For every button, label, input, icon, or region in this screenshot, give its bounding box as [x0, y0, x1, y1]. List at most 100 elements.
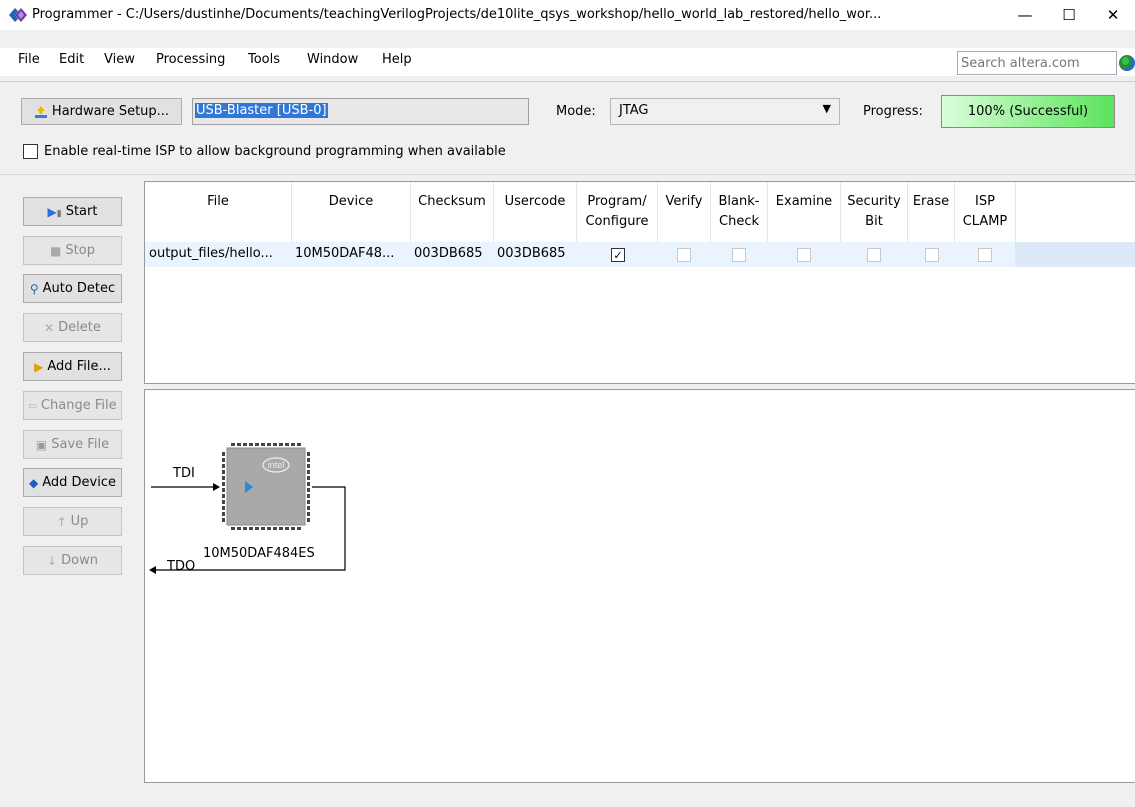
up-button[interactable]: ↑ Up	[23, 507, 122, 536]
tdi-label: TDI	[172, 466, 195, 481]
security-bit-checkbox[interactable]	[867, 248, 881, 262]
section-divider	[0, 174, 1135, 175]
column-divider[interactable]	[840, 182, 841, 242]
header-text: Erase	[912, 194, 950, 209]
column-header-security-bit[interactable]: Security Bit	[841, 192, 907, 232]
auto-detect-button[interactable]: ⚲ Auto Detec	[23, 274, 122, 303]
auto-detect-label: Auto Detec	[42, 281, 116, 296]
menu-processing[interactable]: Processing	[156, 52, 225, 67]
hardware-setup-button[interactable]: Hardware Setup...	[21, 98, 182, 125]
add-file-icon: ▶	[34, 359, 44, 374]
column-divider[interactable]	[954, 182, 955, 242]
header-text: Program/	[587, 194, 647, 209]
window-title: Programmer - C:/Users/dustinhe/Documents…	[32, 7, 882, 22]
column-header-program-configure[interactable]: Program/ Configure	[577, 192, 657, 232]
header-text: Verify	[665, 194, 703, 209]
program-configure-checkbox[interactable]: ✓	[611, 248, 625, 262]
column-header-examine[interactable]: Examine	[768, 192, 840, 212]
header-text: CLAMP	[962, 214, 1008, 229]
column-header-verify[interactable]: Verify	[658, 192, 710, 212]
up-label: Up	[70, 514, 89, 529]
column-header-usercode[interactable]: Usercode	[494, 192, 576, 212]
menu-edit[interactable]: Edit	[59, 52, 84, 67]
search-input[interactable]	[957, 51, 1117, 75]
stop-label: Stop	[65, 243, 95, 258]
delete-label: Delete	[58, 320, 101, 335]
stop-button[interactable]: ■ Stop	[23, 236, 122, 265]
menu-tools[interactable]: Tools	[248, 52, 280, 67]
header-text: Configure	[585, 214, 649, 229]
down-button[interactable]: ↓ Down	[23, 546, 122, 575]
isp-checkbox[interactable]	[23, 144, 38, 159]
column-header-isp-clamp[interactable]: ISP CLAMP	[955, 192, 1015, 232]
cell-file[interactable]: output_files/hello...	[149, 246, 289, 261]
add-device-label: Add Device	[42, 475, 116, 490]
erase-checkbox[interactable]	[925, 248, 939, 262]
mode-select[interactable]: JTAG ▼	[610, 98, 840, 125]
column-header-file[interactable]: File	[145, 192, 291, 212]
column-divider[interactable]	[710, 182, 711, 242]
auto-detect-icon: ⚲	[29, 281, 39, 296]
hardware-device-field[interactable]: USB-Blaster [USB-0]	[192, 98, 529, 125]
chevron-down-icon: ▼	[822, 102, 831, 115]
status-bar	[0, 786, 1135, 807]
header-text: Blank-	[718, 194, 760, 209]
save-file-label: Save File	[51, 437, 110, 452]
save-file-button[interactable]: ▣ Save File	[23, 430, 122, 459]
column-divider[interactable]	[291, 182, 292, 242]
file-table: File Device Checksum Usercode Program/ C…	[144, 181, 1135, 384]
save-file-icon: ▣	[35, 437, 48, 452]
column-header-erase[interactable]: Erase	[908, 192, 954, 212]
progress-bar: 100% (Successful)	[941, 95, 1115, 128]
isp-label: Enable real-time ISP to allow background…	[44, 144, 506, 159]
change-file-label: Change File	[40, 398, 117, 413]
menu-help[interactable]: Help	[382, 52, 412, 67]
header-text: ISP	[975, 194, 995, 209]
header-text: Bit	[865, 214, 883, 229]
minimize-button[interactable]: —	[1003, 0, 1047, 30]
title-bar: Programmer - C:/Users/dustinhe/Documents…	[0, 0, 1135, 30]
verify-checkbox[interactable]	[677, 248, 691, 262]
column-divider[interactable]	[576, 182, 577, 242]
column-divider[interactable]	[493, 182, 494, 242]
column-divider[interactable]	[907, 182, 908, 242]
delete-icon: ✕	[44, 320, 55, 335]
change-file-button[interactable]: ▭ Change File	[23, 391, 122, 420]
column-divider[interactable]	[1015, 182, 1016, 242]
menu-file[interactable]: File	[18, 52, 40, 67]
menu-view[interactable]: View	[104, 52, 135, 67]
maximize-button[interactable]: ☐	[1047, 0, 1091, 30]
delete-button[interactable]: ✕ Delete	[23, 313, 122, 342]
up-icon: ↑	[56, 514, 67, 529]
column-divider[interactable]	[657, 182, 658, 242]
examine-checkbox[interactable]	[797, 248, 811, 262]
header-text: Device	[328, 194, 374, 209]
column-header-checksum[interactable]: Checksum	[411, 192, 493, 212]
isp-clamp-checkbox[interactable]	[978, 248, 992, 262]
column-header-device[interactable]: Device	[292, 192, 410, 212]
mode-label: Mode:	[556, 104, 596, 119]
header-text: Checksum	[418, 194, 486, 209]
header-text: Security	[847, 194, 901, 209]
add-device-button[interactable]: ◆ Add Device	[23, 468, 122, 497]
column-divider[interactable]	[767, 182, 768, 242]
add-file-button[interactable]: ▶ Add File...	[23, 352, 122, 381]
tdo-arrowhead	[149, 566, 156, 574]
mode-value: JTAG	[619, 103, 649, 118]
device-label: 10M50DAF484ES	[203, 546, 315, 561]
header-text: Examine	[775, 194, 833, 209]
add-file-label: Add File...	[47, 359, 111, 374]
blank-check-checkbox[interactable]	[732, 248, 746, 262]
change-file-icon: ▭	[28, 400, 37, 411]
menu-window[interactable]: Window	[307, 52, 358, 67]
column-header-blank-check[interactable]: Blank- Check	[711, 192, 767, 232]
globe-icon[interactable]	[1119, 55, 1135, 71]
close-button[interactable]: ✕	[1091, 0, 1135, 30]
header-text: File	[207, 194, 229, 209]
column-divider[interactable]	[410, 182, 411, 242]
jtag-chain-panel: intel TDI 10M50DAF484ES TDO	[144, 389, 1135, 783]
progress-text: 100% (Successful)	[967, 104, 1089, 119]
down-icon: ↓	[47, 553, 58, 568]
cell-device[interactable]: 10M50DAF48...	[295, 246, 394, 261]
start-button[interactable]: ▶▮ Start	[23, 197, 122, 226]
